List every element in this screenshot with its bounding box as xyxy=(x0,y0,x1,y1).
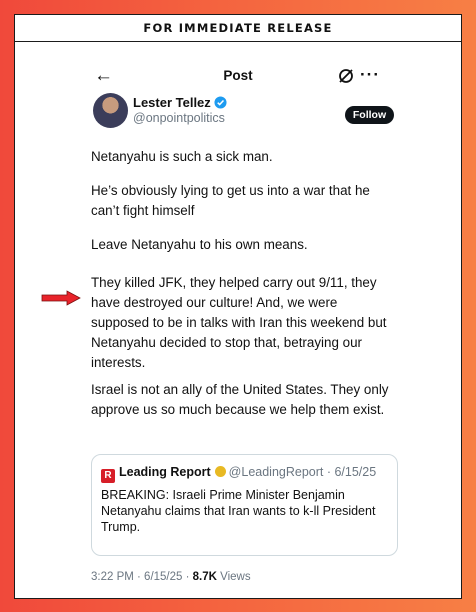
red-arrow-icon xyxy=(41,290,81,306)
gold-verified-badge-icon xyxy=(214,466,226,477)
follow-button[interactable]: Follow xyxy=(345,106,394,124)
post-metadata: 3:22 PM · 6/15/25 · 8.7K Views xyxy=(91,571,251,583)
author-name[interactable]: Lester Tellez xyxy=(133,95,211,110)
post-timestamp: 3:22 PM · 6/15/25 · xyxy=(91,571,193,583)
views-label: Views xyxy=(216,571,251,583)
leading-report-logo: R xyxy=(101,469,115,483)
views-count[interactable]: 8.7K xyxy=(193,571,217,583)
quoted-author-name: Leading Report xyxy=(119,465,211,479)
post-paragraph-3: Leave Netanyahu to his own means. xyxy=(91,237,308,252)
release-banner: FOR IMMEDIATE RELEASE xyxy=(15,15,461,42)
grok-icon[interactable] xyxy=(337,67,355,85)
quoted-post-text: BREAKING: Israeli Prime Minister Benjami… xyxy=(101,488,376,534)
avatar[interactable] xyxy=(93,93,128,128)
press-release-card: FOR IMMEDIATE RELEASE ← Post ··· Lester … xyxy=(14,14,462,599)
quoted-post-header: R Leading Report @LeadingReport · 6/15/25 xyxy=(101,465,376,483)
author-name-row[interactable]: Lester Tellez xyxy=(133,95,227,110)
post-paragraph-1: Netanyahu is such a sick man. xyxy=(91,149,273,164)
quoted-handle-date: @LeadingReport · 6/15/25 xyxy=(228,465,377,479)
post-paragraph-2: He’s obviously lying to get us into a wa… xyxy=(91,183,370,218)
quoted-post[interactable]: R Leading Report @LeadingReport · 6/15/25 … xyxy=(91,454,398,556)
author-handle[interactable]: @onpointpolitics xyxy=(133,111,225,125)
post-header: ← Post ··· xyxy=(15,65,461,89)
page-title: Post xyxy=(223,68,253,83)
post-paragraph-5: Israel is not an ally of the United Stat… xyxy=(91,382,389,417)
more-options-icon[interactable]: ··· xyxy=(360,65,380,85)
post-paragraph-4: They killed JFK, they helped carry out 9… xyxy=(91,275,387,370)
verified-badge-icon xyxy=(214,96,227,109)
